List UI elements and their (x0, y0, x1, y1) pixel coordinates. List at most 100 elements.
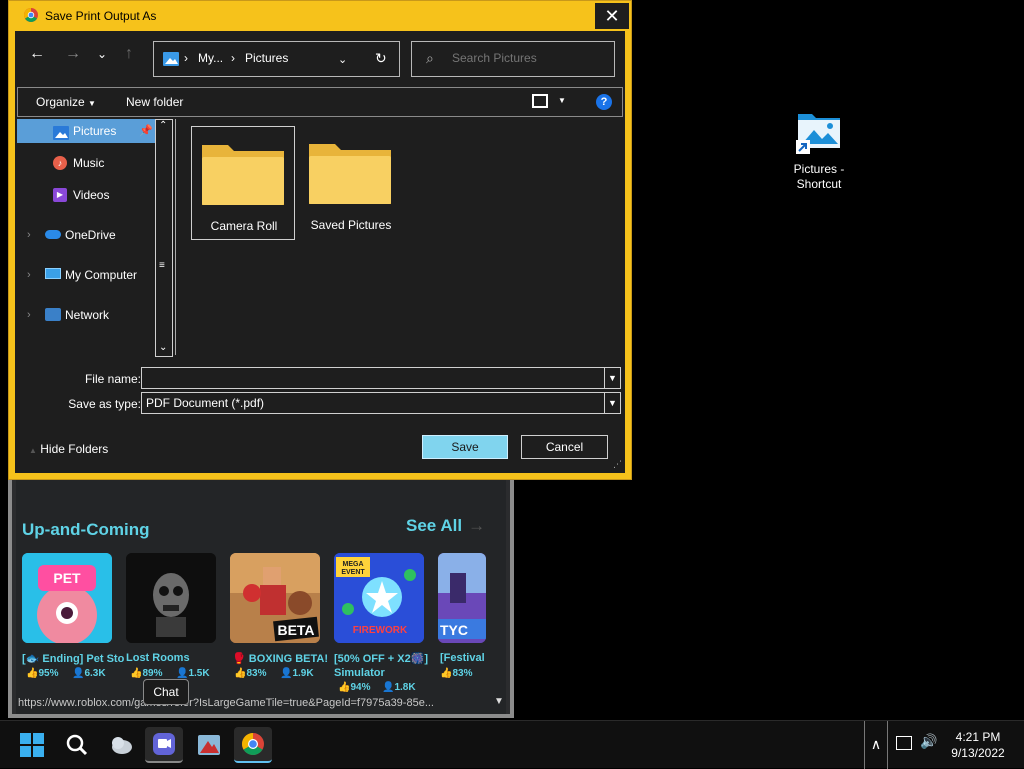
navigation-pane: Pictures 📌 ♪ Music ▶ Videos › OneDrive ›… (17, 119, 173, 357)
breadcrumb-sep: › (184, 51, 188, 65)
sidebar-item-label: Videos (73, 188, 110, 202)
game-tile-firework-simulator[interactable]: MEGA EVENT FIREWORK (334, 553, 424, 643)
sidebar-item-music[interactable]: ♪ Music (17, 151, 155, 175)
teams-chat-button[interactable] (145, 727, 183, 763)
sidebar-item-label: Pictures (73, 124, 117, 138)
breadcrumb-my[interactable]: My... (198, 51, 223, 65)
breadcrumb-pictures[interactable]: Pictures (245, 51, 288, 65)
dialog-body: ← → ⌄ ↑ › My... › Pictures ⌄ ↻ ⌕ Organiz… (15, 31, 625, 473)
scroll-down-icon[interactable]: ⌄ (159, 342, 167, 353)
new-folder-button[interactable]: New folder (126, 95, 183, 109)
sidebar-scrollbar[interactable]: ⌃ ≡ ⌄ (155, 119, 173, 357)
network-icon (45, 308, 61, 321)
chevron-down-icon[interactable]: ⌄ (338, 53, 347, 66)
resize-grip-icon[interactable]: ⋰ (613, 459, 622, 470)
start-button[interactable] (13, 727, 51, 763)
network-tray-icon[interactable] (896, 736, 912, 750)
thumbs-up-icon: 👍 (26, 668, 39, 679)
sidebar-item-label: OneDrive (65, 228, 116, 242)
sidebar-item-network[interactable]: › Network (17, 303, 155, 327)
view-options-caret-icon[interactable]: ▼ (558, 96, 566, 105)
date: 9/13/2022 (951, 746, 1005, 760)
save-dialog: Save Print Output As ✕ ← → ⌄ ↑ › My... ›… (8, 0, 632, 480)
sidebar-item-label: Music (73, 156, 105, 170)
search-taskbar-button[interactable] (57, 727, 95, 763)
sidebar-item-my-computer[interactable]: › My Computer (17, 263, 155, 287)
chevron-right-icon[interactable]: › (27, 303, 31, 327)
game-title[interactable]: Lost Rooms (126, 652, 226, 664)
close-button[interactable]: ✕ (595, 3, 629, 29)
chrome-taskbar-button[interactable] (234, 727, 272, 763)
scroll-grip-icon[interactable]: ≡ (159, 260, 165, 271)
folder-icon (309, 144, 391, 204)
view-icon[interactable] (532, 94, 548, 108)
game-title[interactable]: [🐟 Ending] Pet Sto (22, 652, 126, 665)
game-title[interactable]: [Festival T (440, 652, 486, 664)
chevron-down-icon[interactable]: ▼ (604, 368, 620, 388)
recent-locations-button[interactable]: ⌄ (97, 47, 107, 61)
chevron-down-icon[interactable]: ▼ (604, 393, 620, 413)
chevron-right-icon[interactable]: › (27, 263, 31, 287)
browser-content: Up-and-Coming See All → PET BETA MEGA EV… (16, 470, 506, 714)
forward-button[interactable]: → (65, 45, 81, 63)
save-type-label: Save as type: (68, 397, 141, 411)
status-bar-url: https://www.roblox.com/games/refer?IsLar… (16, 692, 506, 714)
folder-name: Camera Roll (210, 219, 278, 233)
save-button[interactable]: Save (422, 435, 508, 459)
cancel-button[interactable]: Cancel (521, 435, 608, 459)
windows-icon (20, 733, 44, 757)
see-all-link[interactable]: See All → (406, 516, 485, 536)
sidebar-item-onedrive[interactable]: › OneDrive (17, 223, 155, 247)
chat-icon (153, 733, 175, 755)
game-tile-festival-tycoon[interactable]: TYC (438, 553, 486, 643)
pane-divider[interactable] (175, 119, 176, 355)
clock[interactable]: 4:21 PM 9/13/2022 (948, 729, 1008, 761)
players-icon: 👤 (176, 668, 189, 679)
game-title[interactable]: [50% OFF + X2🎆] Simulator (334, 652, 438, 680)
up-button[interactable]: ↑ (125, 45, 133, 63)
players: 👤1.5K (176, 668, 210, 679)
pictures-icon (163, 52, 179, 66)
folder-camera-roll[interactable]: Camera Roll (191, 126, 295, 240)
widgets-button[interactable] (102, 727, 140, 763)
refresh-button[interactable]: ↻ (375, 50, 387, 67)
search-box[interactable]: ⌕ (411, 41, 615, 77)
rating: 👍83% (234, 668, 267, 679)
file-name-label: File name: (84, 372, 141, 386)
snipping-app-button[interactable] (190, 727, 228, 763)
scroll-down-icon[interactable]: ▼ (494, 696, 504, 707)
rating: 👍89% (130, 668, 163, 679)
game-tile-boxing-beta[interactable]: BETA (230, 553, 320, 643)
save-type-select[interactable]: PDF Document (*.pdf) ▼ (141, 392, 621, 414)
search-icon (66, 734, 88, 756)
videos-icon: ▶ (53, 188, 67, 202)
desktop-shortcut-pictures[interactable]: Pictures - Shortcut (786, 108, 852, 192)
address-bar[interactable]: › My... › Pictures ⌄ ↻ (153, 41, 400, 77)
scroll-up-icon[interactable]: ⌃ (159, 120, 167, 131)
volume-icon[interactable]: 🔊 (920, 733, 937, 750)
search-input[interactable] (452, 51, 602, 65)
sidebar-item-label: Network (65, 308, 110, 322)
sidebar-item-videos[interactable]: ▶ Videos (17, 183, 155, 207)
file-name-field[interactable]: ▼ (141, 367, 621, 389)
game-tile-pet-story[interactable]: PET (22, 553, 112, 643)
game-title[interactable]: 🥊 BOXING BETA! (232, 652, 332, 665)
chevron-right-icon[interactable]: › (27, 223, 31, 247)
app-icon (198, 735, 220, 755)
dialog-title: Save Print Output As (45, 9, 157, 23)
thumbs-up-icon: 👍 (234, 668, 247, 679)
game-tile-lost-rooms[interactable] (126, 553, 216, 643)
pin-icon: 📌 (139, 125, 153, 137)
players-icon: 👤 (280, 668, 293, 679)
sidebar-item-pictures[interactable]: Pictures 📌 (17, 119, 155, 143)
hide-folders-toggle[interactable]: ▲ Hide Folders (29, 442, 108, 456)
back-button[interactable]: ← (29, 45, 45, 63)
chrome-icon (24, 8, 38, 22)
see-all-arrow-icon: → (468, 516, 486, 535)
help-button[interactable]: ? (596, 94, 612, 110)
folder-saved-pictures[interactable]: Saved Pictures (299, 126, 403, 240)
organize-menu[interactable]: Organize ▼ (36, 95, 96, 109)
tray-overflow-button[interactable]: ∧ (864, 721, 888, 769)
music-icon: ♪ (53, 156, 67, 170)
thumbs-up-icon: 👍 (130, 668, 143, 679)
